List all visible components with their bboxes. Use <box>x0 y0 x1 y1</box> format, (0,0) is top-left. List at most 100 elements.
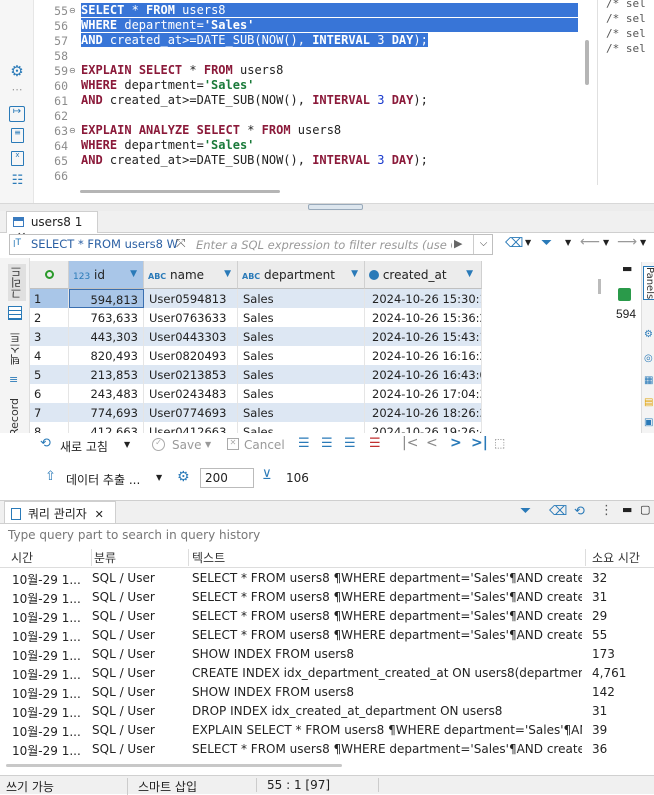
code-line[interactable]: AND created_at>=DATE_SUB(NOW(), INTERVAL… <box>81 33 428 47</box>
column-header-time[interactable]: 시간 <box>11 549 33 566</box>
execute-script-icon[interactable]: ↦ <box>9 106 25 122</box>
panel-icon[interactable]: ▣ <box>644 418 653 428</box>
filter-icon[interactable]: ⏷ <box>520 504 531 518</box>
row-number[interactable]: 5 <box>30 365 69 384</box>
query-history-search[interactable]: Type query part to search in query histo… <box>0 526 654 546</box>
cell-id[interactable]: 443,303 <box>69 327 144 346</box>
fold-toggle-icon[interactable]: ⊖ <box>69 66 76 75</box>
panel-icon[interactable]: ◎ <box>644 354 653 364</box>
gear-icon[interactable]: ⚙ <box>9 64 25 80</box>
fold-toggle-icon[interactable]: ⊖ <box>69 126 76 135</box>
panel-icon[interactable]: ⚙ <box>644 330 653 340</box>
table-row[interactable]: 5 213,853 User0213853 Sales 2024-10-26 16:43… <box>30 365 482 384</box>
cell-id[interactable]: 763,633 <box>69 308 144 327</box>
cell-department[interactable]: Sales <box>238 365 365 384</box>
panel-icon[interactable]: ▤ <box>644 398 653 408</box>
eraser-icon[interactable]: ⌫ <box>549 505 567 518</box>
sort-icon[interactable]: ▼ <box>351 269 358 279</box>
table-row[interactable]: 2 763,633 User0763633 Sales 2024-10-26 15:36… <box>30 308 482 327</box>
code-line[interactable]: AND created_at>=DATE_SUB(NOW(), INTERVAL… <box>81 153 428 167</box>
next-page-icon[interactable]: > <box>450 436 462 450</box>
save-icon[interactable] <box>618 288 631 301</box>
cell-department[interactable]: Sales <box>238 327 365 346</box>
expand-icon[interactable]: ⤧ <box>176 236 186 251</box>
cell-created-at[interactable]: 2024-10-26 18:26:35 <box>365 403 482 422</box>
chevron-down-icon[interactable]: ▼ <box>640 239 646 247</box>
cell-name[interactable]: User0594813 <box>144 289 238 308</box>
cell-department[interactable]: Sales <box>238 403 365 422</box>
query-list-scrollbar[interactable] <box>6 764 342 767</box>
row-number[interactable]: 6 <box>30 384 69 403</box>
save-check-icon[interactable]: ✓ <box>152 438 165 451</box>
tab-users8-1[interactable]: users8 1 ✕ <box>6 211 98 243</box>
sql-file-icon[interactable]: x <box>11 151 24 166</box>
more-options-icon[interactable]: ⋮ <box>600 504 613 517</box>
panels-side-tab[interactable]: Panels ⚙ ◎ ▦ ▤ ▣ <box>641 262 654 434</box>
chevron-down-icon[interactable]: ▼ <box>603 239 609 247</box>
cell-created-at[interactable]: 2024-10-26 16:43:04 <box>365 365 482 384</box>
list-item[interactable]: 10월-29 1... SQL / User SHOW INDEX FROM use… <box>0 645 654 664</box>
refresh-icon[interactable]: ⟲ <box>40 437 51 450</box>
grid-view-tab[interactable]: 그리드 <box>8 264 26 301</box>
chevron-down-icon[interactable]: ▼ <box>565 239 571 247</box>
sort-icon[interactable]: ▼ <box>130 269 137 279</box>
forward-arrow-icon[interactable]: ⟶ <box>617 235 637 249</box>
minimize-icon[interactable]: ▬ <box>622 263 632 274</box>
list-item[interactable]: 10월-29 1... SQL / User SELECT * FROM users… <box>0 588 654 607</box>
cell-name[interactable]: User0213853 <box>144 365 238 384</box>
eraser-icon[interactable]: ⌫ <box>505 237 523 250</box>
gear-icon[interactable]: ⚙ <box>177 470 190 484</box>
copy-row-icon[interactable]: ☰ <box>344 437 356 450</box>
add-row-icon[interactable]: ☰ <box>321 437 333 450</box>
cell-id[interactable]: 213,853 <box>69 365 144 384</box>
cancel-button[interactable]: Cancel <box>244 438 285 452</box>
editor-vertical-scrollbar[interactable] <box>585 40 589 85</box>
last-page-icon[interactable]: >| <box>471 436 488 450</box>
list-item[interactable]: 10월-29 1... SQL / User SELECT * FROM users… <box>0 740 654 759</box>
table-row[interactable]: 7 774,693 User0774693 Sales 2024-10-26 18:26… <box>30 403 482 422</box>
cell-created-at[interactable]: 2024-10-26 15:43:17 <box>365 327 482 346</box>
minimize-icon[interactable]: ▬ <box>622 504 632 515</box>
edit-rows-icon[interactable]: ☰ <box>298 437 310 450</box>
select-all-icon[interactable] <box>44 270 54 279</box>
panel-icon[interactable]: ▦ <box>644 376 653 386</box>
text-icon[interactable]: ≡ <box>9 374 18 385</box>
export-data-button[interactable]: 데이터 추출 ... <box>66 471 140 488</box>
column-header-department[interactable]: ABC department ▼ <box>238 261 365 289</box>
list-item[interactable]: 10월-29 1... SQL / User SELECT * FROM users… <box>0 607 654 626</box>
sort-icon[interactable]: ▼ <box>224 269 231 279</box>
code-line[interactable]: AND created_at>=DATE_SUB(NOW(), INTERVAL… <box>81 93 428 107</box>
cell-created-at[interactable]: 2024-10-26 17:04:33 <box>365 384 482 403</box>
document-icon[interactable]: ≡ <box>11 128 24 143</box>
prev-page-icon[interactable]: < <box>426 436 438 450</box>
save-button[interactable]: Save <box>172 438 201 452</box>
cell-created-at[interactable]: 2024-10-26 16:16:22 <box>365 346 482 365</box>
fetch-all-icon[interactable]: ⬚ <box>494 437 505 449</box>
table-row[interactable]: 3 443,303 User0443303 Sales 2024-10-26 15:43… <box>30 327 482 346</box>
column-header-duration[interactable]: 소요 시간 <box>585 549 640 566</box>
sort-icon[interactable]: ▼ <box>466 269 473 279</box>
code-line[interactable]: SELECT * FROM users8 <box>81 3 578 17</box>
splitter-handle[interactable] <box>308 204 363 210</box>
list-item[interactable]: 10월-29 1... SQL / User SHOW INDEX FROM use… <box>0 683 654 702</box>
cell-created-at[interactable]: 2024-10-26 15:36:26 <box>365 308 482 327</box>
panels-tab-label[interactable]: Panels <box>643 266 654 301</box>
export-icon[interactable]: ⇧ <box>45 470 56 483</box>
close-icon[interactable]: ✕ <box>95 508 104 521</box>
row-number[interactable]: 7 <box>30 403 69 422</box>
cell-name[interactable]: User0820493 <box>144 346 238 365</box>
cell-department[interactable]: Sales <box>238 384 365 403</box>
filter-input-box[interactable]: ꞁT SELECT * FROM users8 W ⤧ Enter a SQL … <box>9 234 493 255</box>
list-item[interactable]: 10월-29 1... SQL / User EXPLAIN SELECT * FR… <box>0 721 654 740</box>
code-line[interactable]: WHERE department='Sales' <box>81 138 254 152</box>
cell-department[interactable]: Sales <box>238 308 365 327</box>
first-page-icon[interactable]: |< <box>402 436 418 450</box>
cell-id[interactable]: 594,813 <box>69 289 144 308</box>
editor-horizontal-scrollbar[interactable] <box>80 190 280 193</box>
column-header-created-at[interactable]: created_at ▼ <box>365 261 482 289</box>
row-number[interactable]: 3 <box>30 327 69 346</box>
row-number[interactable]: 1 <box>30 289 69 308</box>
chevron-down-icon[interactable]: ▼ <box>156 474 162 482</box>
play-icon[interactable]: ▶ <box>454 237 462 250</box>
chevron-down-icon[interactable]: ▼ <box>205 441 211 449</box>
